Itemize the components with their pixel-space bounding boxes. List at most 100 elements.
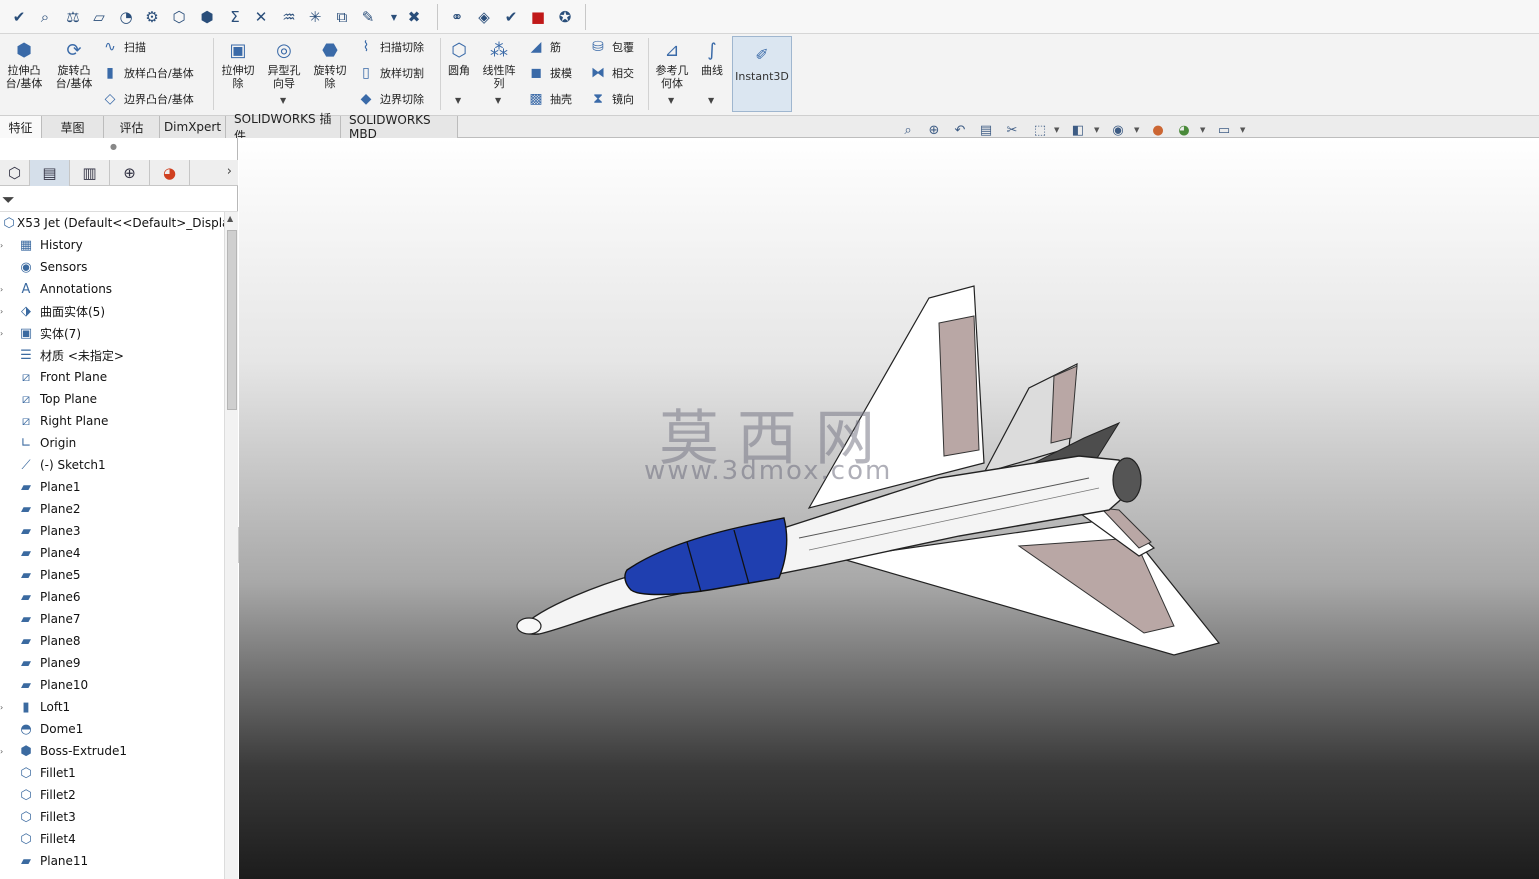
filter-row[interactable]: ⏷ [0, 188, 238, 212]
settings-icon[interactable]: ✪ [554, 6, 576, 28]
compare-icon[interactable]: ⧉ [331, 6, 353, 28]
zoom-to-fit-icon[interactable]: ⌕ [898, 121, 918, 139]
chevron-down-icon[interactable]: ▼ [280, 96, 286, 105]
tree-scrollbar[interactable]: ▲ [224, 212, 238, 879]
expand-icon[interactable]: › [0, 747, 3, 756]
boundary-boss-button[interactable]: ◇ 边界凸台/基体 [100, 88, 194, 110]
tree-item-plane2[interactable]: ▰ Plane2 [0, 498, 224, 520]
tree-item-plane5[interactable]: ▰ Plane5 [0, 564, 224, 586]
tree-item-plane3[interactable]: ▰ Plane3 [0, 520, 224, 542]
linear-pattern-button[interactable]: ⁂ 线性阵 列 [478, 38, 520, 90]
expand-icon[interactable]: › [0, 329, 3, 338]
chevron-down-icon[interactable]: ▼ [1094, 126, 1099, 134]
tab-solidworks-mbd[interactable]: SOLIDWORKS MBD [341, 113, 458, 141]
tab-evaluate[interactable]: 评估 [104, 116, 160, 138]
fillet-button[interactable]: ⬡ 圆角 [444, 38, 474, 77]
tree-item-plane4[interactable]: ▰ Plane4 [0, 542, 224, 564]
tree-item-fillet3[interactable]: ⬡ Fillet3 [0, 806, 224, 828]
view-settings-icon[interactable]: ▭ [1214, 121, 1234, 139]
expand-icon[interactable]: › [0, 703, 3, 712]
chevron-down-icon[interactable]: ▼ [1054, 126, 1059, 134]
sweep-button[interactable]: ∿ 扫描 [100, 36, 146, 58]
appearance-icon[interactable]: ■ [527, 6, 549, 28]
rib-button[interactable]: ◢ 筋 [526, 36, 561, 58]
panel-handle-icon[interactable]: ● [110, 142, 117, 151]
expand-icon[interactable]: › [0, 307, 3, 316]
import-icon[interactable]: ✖ [403, 6, 425, 28]
tree-item-right-plane[interactable]: ⧄ Right Plane [0, 410, 224, 432]
zoom-area-icon[interactable]: ⊕ [924, 121, 944, 139]
tree-item-fillet1[interactable]: ⬡ Fillet1 [0, 762, 224, 784]
expand-icon[interactable]: › [0, 285, 3, 294]
extrude-boss-button[interactable]: ⬢ 拉伸凸 台/基体 [2, 38, 46, 90]
orientation-icon[interactable]: ⚭ [446, 6, 468, 28]
tree-item-history[interactable]: › ▦ History [0, 234, 224, 256]
tree-item-boss-extrude1[interactable]: › ⬢ Boss-Extrude1 [0, 740, 224, 762]
tab-sketch[interactable]: 草图 [42, 116, 104, 138]
loft-boss-button[interactable]: ▮ 放样凸台/基体 [100, 62, 194, 84]
pressure-icon[interactable]: ♒ [278, 6, 300, 28]
symmetry-icon[interactable]: ✳ [304, 6, 326, 28]
intersect-button[interactable]: ⧓ 相交 [588, 62, 634, 84]
dimxpert-manager-tab-icon[interactable]: ⊕ [110, 160, 150, 186]
graphics-area[interactable]: 莫西网 www.3dmox.com [239, 138, 1539, 879]
display-style-icon[interactable]: ◧ [1068, 121, 1088, 139]
measure-icon[interactable]: ✕ [250, 6, 272, 28]
spellcheck-icon[interactable]: ✔ [8, 6, 30, 28]
tree-item-solid-bodies[interactable]: › ▣ 实体(7) [0, 322, 224, 344]
chevron-down-icon[interactable]: ▼ [383, 6, 405, 28]
lofted-cut-button[interactable]: ▯ 放样切割 [356, 62, 424, 84]
balance-icon[interactable]: ⚖ [62, 6, 84, 28]
scroll-up-icon[interactable]: ▲ [227, 214, 233, 223]
mirror-button[interactable]: ⧗ 镜向 [588, 88, 634, 110]
tree-item-front-plane[interactable]: ⧄ Front Plane [0, 366, 224, 388]
tree-item-dome1[interactable]: ◓ Dome1 [0, 718, 224, 740]
chevron-down-icon[interactable]: ▼ [1200, 126, 1205, 134]
check-icon[interactable]: ⬢ [196, 6, 218, 28]
chevron-down-icon[interactable]: ▼ [455, 96, 461, 105]
view-orientation-icon[interactable]: ⬚ [1030, 121, 1050, 139]
tree-item-loft1[interactable]: › ▮ Loft1 [0, 696, 224, 718]
hide-show-icon[interactable]: ◉ [1108, 121, 1128, 139]
display-manager-tab-icon[interactable]: ◕ [150, 160, 190, 186]
zoom-icon[interactable]: ⌕ [34, 6, 56, 28]
hole-wizard-button[interactable]: ◎ 异型孔 向导 [262, 38, 306, 90]
wrap-button[interactable]: ⛁ 包覆 [588, 36, 634, 58]
tree-item-fillet2[interactable]: ⬡ Fillet2 [0, 784, 224, 806]
tree-root[interactable]: ⬡ X53 Jet (Default<<Default>_Displa [0, 212, 224, 234]
edit-appearance-icon[interactable]: ● [1148, 121, 1168, 139]
tree-item-plane1[interactable]: ▰ Plane1 [0, 476, 224, 498]
tree-item-top-plane[interactable]: ⧄ Top Plane [0, 388, 224, 410]
tree-item-origin[interactable]: ∟ Origin [0, 432, 224, 454]
apply-scene-icon[interactable]: ◕ [1174, 121, 1194, 139]
previous-view-icon[interactable]: ↶ [950, 121, 970, 139]
sum-icon[interactable]: Σ [224, 6, 246, 28]
chevron-down-icon[interactable]: ▼ [668, 96, 674, 105]
extrude-cut-button[interactable]: ▣ 拉伸切 除 [216, 38, 260, 90]
instant3d-button[interactable]: ✐ Instant3D [732, 36, 792, 112]
deviation-icon[interactable]: ✎ [357, 6, 379, 28]
reference-geometry-button[interactable]: ⊿ 参考几 何体 [652, 38, 692, 90]
expand-icon[interactable]: › [0, 241, 3, 250]
tree-item-annotations[interactable]: › A Annotations [0, 278, 224, 300]
draft-button[interactable]: ◼ 拔模 [526, 62, 572, 84]
scroll-thumb[interactable] [227, 230, 237, 410]
tree-item-plane11[interactable]: ▰ Plane11 [0, 850, 224, 872]
chevron-down-icon[interactable]: ▼ [1240, 126, 1245, 134]
tree-item-plane9[interactable]: ▰ Plane9 [0, 652, 224, 674]
configuration-manager-tab-icon[interactable]: ▥ [70, 160, 110, 186]
tree-item-sensors[interactable]: ◉ Sensors [0, 256, 224, 278]
tree-item-plane8[interactable]: ▰ Plane8 [0, 630, 224, 652]
feature-manager-tab-icon[interactable]: ⬡ [0, 160, 30, 186]
chevron-down-icon[interactable]: ▼ [708, 96, 714, 105]
tree-item-fillet4[interactable]: ⬡ Fillet4 [0, 828, 224, 850]
tree-item-plane6[interactable]: ▰ Plane6 [0, 586, 224, 608]
sketch-icon[interactable]: ▱ [88, 6, 110, 28]
chevron-right-icon[interactable]: › [227, 164, 232, 179]
curvature-icon[interactable]: ◈ [473, 6, 495, 28]
mass-icon[interactable]: ⚙ [141, 6, 163, 28]
tree-item-plane10[interactable]: ▰ Plane10 [0, 674, 224, 696]
section-icon[interactable]: ⬡ [168, 6, 190, 28]
jet-model[interactable] [239, 138, 1539, 879]
curves-button[interactable]: ∫ 曲线 [696, 38, 728, 77]
